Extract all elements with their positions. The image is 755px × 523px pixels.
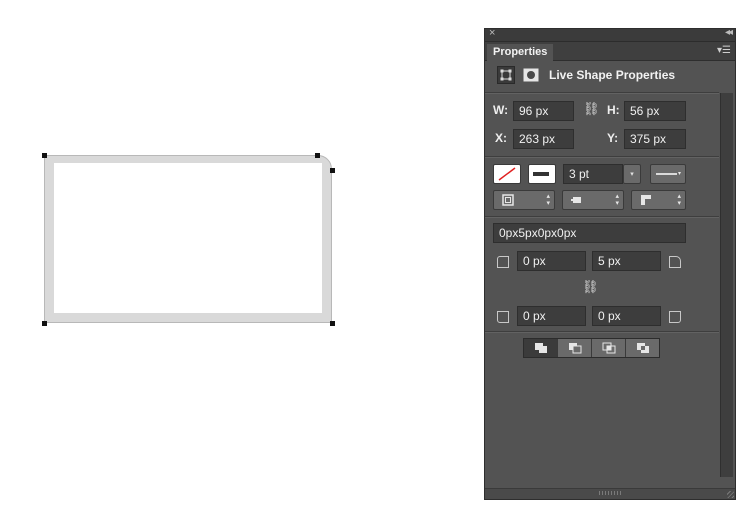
anchor-handle-top-left[interactable] <box>42 153 47 158</box>
chevron-down-icon: ▾ <box>630 171 634 178</box>
y-label: Y: <box>607 131 619 145</box>
corner-bottom-right-field[interactable]: 0 px <box>592 306 661 326</box>
collapse-double-arrow-icon[interactable]: ◂◂ <box>725 27 733 38</box>
corner-top-left-icon <box>497 256 509 268</box>
stroke-width-dropdown-button[interactable]: ▾ <box>623 164 641 184</box>
x-label: X: <box>495 131 507 145</box>
stroke-width-field[interactable]: 3 pt <box>563 164 623 184</box>
stroke-caps-dropdown[interactable]: ▴ ▾ <box>562 190 624 210</box>
x-field[interactable]: 263 px <box>513 129 574 149</box>
solid-line-icon <box>656 172 681 175</box>
panel-resize-bar[interactable] <box>485 488 735 499</box>
close-icon[interactable]: × <box>489 27 495 39</box>
stroke-align-dropdown[interactable]: ▴ ▾ <box>493 190 555 210</box>
y-field[interactable]: 375 px <box>624 129 686 149</box>
panel-menu-icon[interactable]: ▾☰ <box>717 45 731 56</box>
corner-top-left-field[interactable]: 0 px <box>517 251 586 271</box>
shape-fill-area <box>54 163 322 313</box>
height-label: H: <box>607 103 620 117</box>
bounding-box-icon[interactable] <box>497 66 515 84</box>
stroke-align-inside-icon <box>502 194 514 206</box>
resize-grip-icon <box>599 491 621 495</box>
live-rectangle-shape[interactable] <box>44 155 332 323</box>
properties-panel: × ◂◂ Properties ▾☰ Live Shape Properties… <box>484 27 736 500</box>
corner-top-right-field[interactable]: 5 px <box>592 251 661 271</box>
corner-top-right-icon <box>669 256 681 268</box>
updown-arrows-icon: ▴ ▾ <box>615 193 619 207</box>
stroke-corners-dropdown[interactable]: ▴ ▾ <box>631 190 686 210</box>
stroke-corner-icon <box>641 195 651 205</box>
width-field[interactable]: 96 px <box>513 101 574 121</box>
separator <box>485 216 719 218</box>
panel-titlebar: × ◂◂ <box>485 27 735 42</box>
pathfinder-button-group <box>523 338 660 358</box>
link-dimensions-icon[interactable]: ⛓ <box>583 101 600 117</box>
mask-icon[interactable] <box>522 66 540 84</box>
panel-content: Live Shape Properties W: 96 px ⛓ H: 56 p… <box>485 60 719 487</box>
separator <box>485 92 719 94</box>
separator <box>485 331 719 333</box>
stroke-type-dropdown[interactable] <box>650 164 686 184</box>
tab-properties[interactable]: Properties <box>487 44 554 61</box>
intersect-shape-areas-icon[interactable] <box>592 339 626 357</box>
anchor-handle-top-right-b[interactable] <box>330 168 335 173</box>
corner-bottom-left-field[interactable]: 0 px <box>517 306 586 326</box>
stroke-swatch-dropdown[interactable] <box>528 164 556 184</box>
anchor-handle-bottom-left[interactable] <box>42 321 47 326</box>
subtract-front-shape-icon[interactable] <box>558 339 592 357</box>
fill-swatch-dropdown[interactable] <box>493 164 521 184</box>
height-field[interactable]: 56 px <box>624 101 686 121</box>
anchor-handle-top-right-a[interactable] <box>315 153 320 158</box>
link-corners-icon[interactable]: ⛓ <box>582 279 599 295</box>
corner-resize-grip-icon[interactable] <box>727 491 734 498</box>
stroke-cap-icon <box>571 197 581 203</box>
panel-scrollbar[interactable] <box>720 93 733 477</box>
width-label: W: <box>493 103 509 117</box>
exclude-overlapping-shapes-icon[interactable] <box>626 339 659 357</box>
updown-arrows-icon: ▴ ▾ <box>677 193 681 207</box>
corner-bottom-right-icon <box>669 311 681 323</box>
updown-arrows-icon: ▴ ▾ <box>546 193 550 207</box>
panel-header-title: Live Shape Properties <box>549 68 676 82</box>
anchor-handle-bottom-right[interactable] <box>330 321 335 326</box>
canvas: × ◂◂ Properties ▾☰ Live Shape Properties… <box>0 0 755 523</box>
no-fill-icon <box>498 167 516 181</box>
panel-header: Live Shape Properties <box>497 64 675 86</box>
panel-tabbar: Properties ▾☰ <box>485 42 735 61</box>
stroke-swatch-icon <box>533 172 549 176</box>
separator <box>485 156 719 158</box>
corner-radius-summary-field[interactable]: 0px5px0px0px <box>493 223 686 243</box>
corner-bottom-left-icon <box>497 311 509 323</box>
combine-shapes-icon[interactable] <box>524 339 558 357</box>
